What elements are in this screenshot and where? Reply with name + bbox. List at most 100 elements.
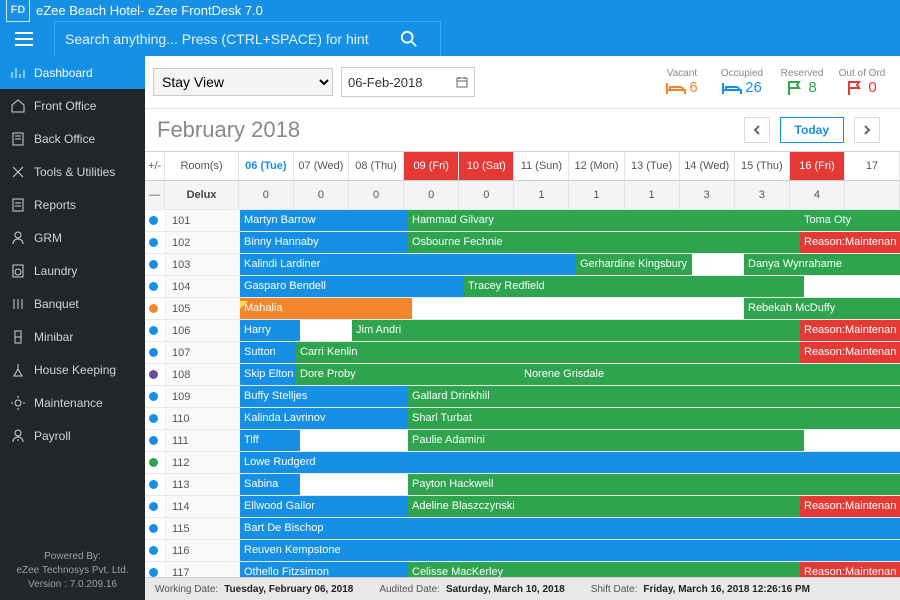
note-icon: [240, 301, 248, 309]
reservation-block[interactable]: Celisse MacKerley: [408, 562, 804, 577]
reservation-block[interactable]: Sutton: [240, 342, 300, 363]
room-status-dot: [145, 276, 166, 297]
room-number: 112: [166, 452, 248, 473]
availability-count: 0: [349, 181, 404, 209]
reservation-block[interactable]: Toma Oty: [800, 210, 900, 231]
sidebar-item-house-keeping[interactable]: House Keeping: [0, 353, 145, 386]
room-row[interactable]: 117Othello FitzsimonCelisse MacKerleyRea…: [145, 561, 900, 577]
reservation-block[interactable]: Kalinda Lavrinov: [240, 408, 412, 429]
reservation-block[interactable]: Kalindi Lardiner: [240, 254, 580, 275]
sidebar-item-dashboard[interactable]: Dashboard: [0, 56, 145, 89]
reservation-block[interactable]: Ellwood Gailor: [240, 496, 412, 517]
sidebar-item-banquet[interactable]: Banquet: [0, 287, 145, 320]
today-button[interactable]: Today: [780, 117, 844, 143]
reservation-block[interactable]: Hammad Gilvary: [408, 210, 804, 231]
stat-label: Vacant: [667, 68, 697, 79]
collapse-icon: —: [145, 181, 165, 209]
room-row[interactable]: 109Buffy StelljesGallard Drinkhill: [145, 385, 900, 407]
room-status-dot: [145, 518, 166, 539]
sidebar-item-minibar[interactable]: Minibar: [0, 320, 145, 353]
day-header: 16 (Fri): [790, 152, 845, 180]
sidebar-item-tools-utilities[interactable]: Tools & Utilities: [0, 155, 145, 188]
reservation-block[interactable]: Lowe Rudgerd: [240, 452, 900, 473]
room-row[interactable]: 115Bart De Bischop: [145, 517, 900, 539]
reservation-block[interactable]: Norene Grisdale: [520, 364, 900, 385]
sidebar-item-back-office[interactable]: Back Office: [0, 122, 145, 155]
reservation-block[interactable]: Adeline Blaszczynski: [408, 496, 804, 517]
reservation-block[interactable]: Dore Proby: [296, 364, 524, 385]
prev-button[interactable]: [744, 117, 770, 143]
stat-value: 6: [689, 79, 697, 96]
sidebar-footer: Powered By:eZee Technosys Pvt. Ltd.Versi…: [0, 542, 145, 600]
reservation-block[interactable]: Othello Fitzsimon: [240, 562, 412, 577]
room-status-dot: [145, 254, 166, 275]
reservation-block[interactable]: Paulie Adamini: [408, 430, 804, 451]
sidebar-item-payroll[interactable]: Payroll: [0, 419, 145, 452]
reservation-block[interactable]: Bart De Bischop: [240, 518, 900, 539]
reservation-block[interactable]: Reason:Maintenan: [800, 342, 900, 363]
hamburger-menu-button[interactable]: [4, 32, 44, 46]
room-row[interactable]: 108Skip EltonDore ProbyNorene Grisdale: [145, 363, 900, 385]
reservation-block[interactable]: Reason:Maintenan: [800, 496, 900, 517]
search-input[interactable]: [54, 21, 441, 57]
sidebar-item-grm[interactable]: GRM: [0, 221, 145, 254]
room-number: 108: [166, 364, 248, 385]
reservation-block[interactable]: Payton Hackwell: [408, 474, 900, 495]
room-row[interactable]: 101Martyn BarrowHammad GilvaryToma Oty: [145, 209, 900, 231]
reservation-block[interactable]: Reuven Kempstone: [240, 540, 900, 561]
room-row[interactable]: 106HarryJim AndriReason:Maintenan: [145, 319, 900, 341]
room-row[interactable]: 112Lowe Rudgerd: [145, 451, 900, 473]
reservation-block[interactable]: Rebekah McDuffy: [744, 298, 900, 319]
status-bar: Working Date: Tuesday, February 06, 2018…: [145, 577, 900, 600]
reservation-block[interactable]: Carri Kenlin: [296, 342, 804, 363]
room-row[interactable]: 116Reuven Kempstone: [145, 539, 900, 561]
stat-value: 8: [808, 79, 816, 96]
reservation-block[interactable]: Reason:Maintenan: [800, 232, 900, 253]
date-picker[interactable]: 06-Feb-2018: [341, 67, 475, 97]
reservation-block[interactable]: Reason:Maintenan: [800, 562, 900, 577]
room-number: 113: [166, 474, 248, 495]
reservation-block[interactable]: Mahalia: [240, 298, 412, 319]
month-navigation: February 2018 Today: [145, 109, 900, 151]
reservation-block[interactable]: Osbourne Fechnie: [408, 232, 804, 253]
sidebar-item-maintenance[interactable]: Maintenance: [0, 386, 145, 419]
stat-occupied: Occupied26: [712, 68, 772, 96]
room-row[interactable]: 107SuttonCarri KenlinReason:Maintenan: [145, 341, 900, 363]
room-row[interactable]: 105MahaliaRebekah McDuffy: [145, 297, 900, 319]
room-row[interactable]: 102Binny HannabyOsbourne FechnieReason:M…: [145, 231, 900, 253]
room-row[interactable]: 111TiffPaulie Adamini: [145, 429, 900, 451]
room-row[interactable]: 103Kalindi LardinerGerhardine KingsburyD…: [145, 253, 900, 275]
reservation-block[interactable]: Jim Andri: [352, 320, 804, 341]
reservation-block[interactable]: Buffy Stelljes: [240, 386, 412, 407]
reservation-block[interactable]: Martyn Barrow: [240, 210, 412, 231]
room-row[interactable]: 114Ellwood GailorAdeline BlaszczynskiRea…: [145, 495, 900, 517]
reservation-block[interactable]: Gerhardine Kingsbury: [576, 254, 692, 275]
reservation-block[interactable]: Danya Wynrahame: [744, 254, 900, 275]
reservation-block[interactable]: Sabina: [240, 474, 300, 495]
reservation-block[interactable]: Tracey Redfield: [464, 276, 804, 297]
sidebar-item-reports[interactable]: Reports: [0, 188, 145, 221]
reservation-block[interactable]: Sharl Turbat: [408, 408, 900, 429]
reservation-block[interactable]: Reason:Maintenan: [800, 320, 900, 341]
app-logo: FD: [6, 0, 30, 22]
room-number: 101: [166, 210, 248, 231]
reservation-block[interactable]: Tiff: [240, 430, 300, 451]
room-number: 102: [166, 232, 248, 253]
reservation-block[interactable]: Skip Elton: [240, 364, 300, 385]
sidebar-item-front-office[interactable]: Front Office: [0, 89, 145, 122]
search-icon[interactable]: [400, 30, 440, 48]
reservation-block[interactable]: Gasparo Bendell: [240, 276, 468, 297]
view-select[interactable]: Stay View: [153, 68, 333, 96]
next-button[interactable]: [854, 117, 880, 143]
reservation-block[interactable]: Harry: [240, 320, 300, 341]
availability-count: 1: [514, 181, 569, 209]
room-row[interactable]: 104Gasparo BendellTracey Redfield: [145, 275, 900, 297]
room-row[interactable]: 113Sabina Payton Hackwell: [145, 473, 900, 495]
sidebar-icon: [10, 263, 34, 279]
room-row[interactable]: 110Kalinda LavrinovSharl Turbat: [145, 407, 900, 429]
reservation-block[interactable]: Binny Hannaby: [240, 232, 412, 253]
stay-view-grid[interactable]: +/-Room(s)06 (Tue)07 (Wed)08 (Thu)09 (Fr…: [145, 151, 900, 577]
reservation-block[interactable]: Gallard Drinkhill: [408, 386, 900, 407]
search-field[interactable]: [55, 31, 400, 47]
sidebar-item-laundry[interactable]: Laundry: [0, 254, 145, 287]
